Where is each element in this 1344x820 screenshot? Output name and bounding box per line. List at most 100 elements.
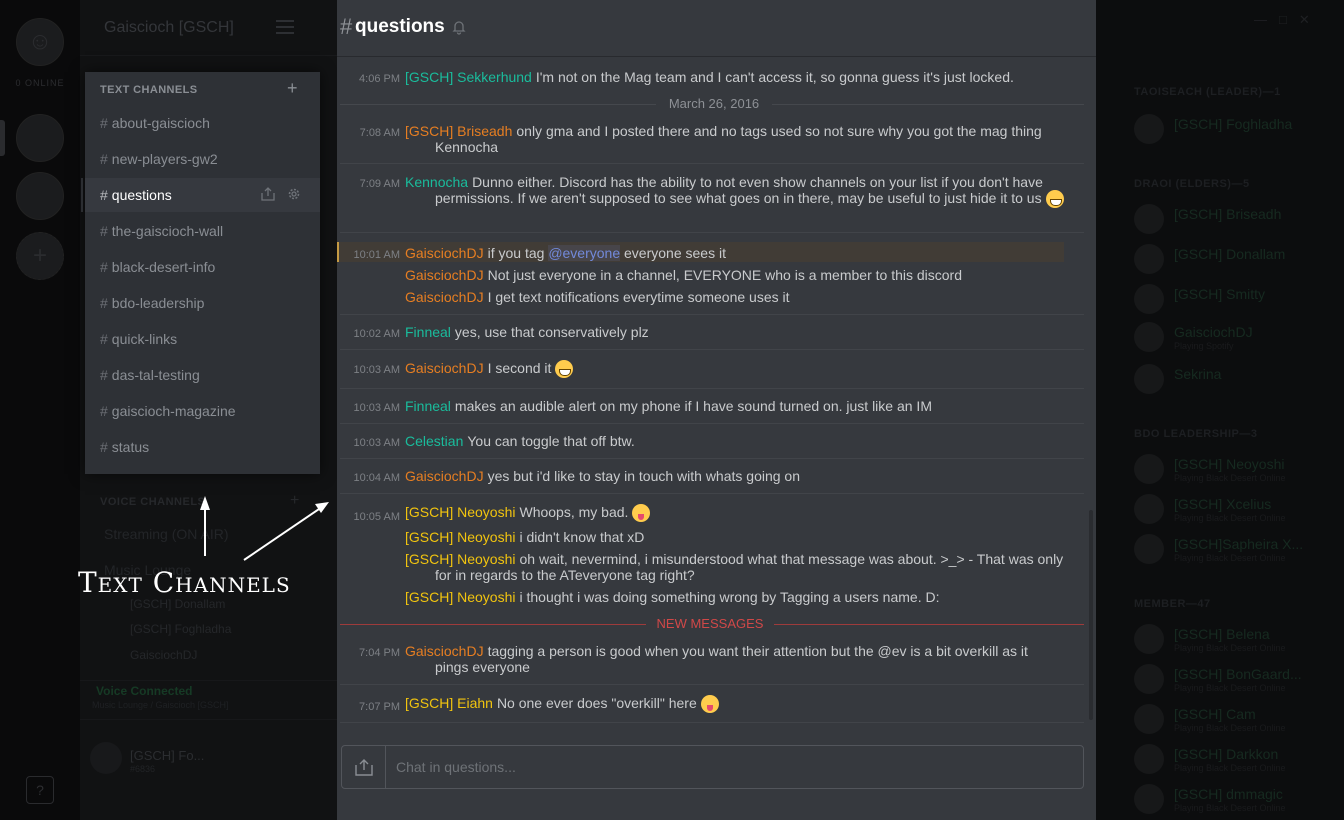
- member-item[interactable]: [GSCH] Briseadh: [1134, 204, 1334, 244]
- member-item[interactable]: [GSCH] Foghladha: [1134, 114, 1334, 154]
- member-item[interactable]: [GSCH] Darkkon Playing Black Desert Onlin…: [1134, 744, 1334, 784]
- message-author[interactable]: GaisciochDJ: [405, 360, 484, 376]
- channel-gaiscioch-magazine[interactable]: # gaiscioch-magazine: [85, 394, 320, 428]
- message-author[interactable]: [GSCH] Briseadh: [405, 123, 512, 139]
- channel-black-desert-info[interactable]: # black-desert-info: [85, 250, 320, 284]
- guild-name: Gaiscioch [GSCH]: [104, 19, 234, 36]
- new-messages-label: NEW MESSAGES: [656, 616, 764, 631]
- message-separator: [340, 423, 1084, 424]
- close-icon[interactable]: ✕: [1299, 12, 1310, 28]
- help-button[interactable]: ?: [26, 776, 54, 804]
- guild-header[interactable]: Gaiscioch [GSCH]: [80, 0, 337, 56]
- member-item[interactable]: [GSCH] Donallam: [1134, 244, 1334, 284]
- hash-icon: #: [100, 439, 108, 455]
- hamburger-menu-icon[interactable]: [276, 20, 294, 34]
- hash-icon: #: [100, 367, 108, 383]
- message-separator: [340, 493, 1084, 494]
- tongue-emoji-icon: [632, 504, 651, 523]
- member-item[interactable]: [GSCH] Neoyoshi Playing Black Desert Onli…: [1134, 454, 1334, 494]
- maximize-icon[interactable]: □: [1279, 12, 1287, 28]
- message-author[interactable]: [GSCH] Sekkerhund: [405, 69, 532, 85]
- channel-das-tal-testing[interactable]: # das-tal-testing: [85, 358, 320, 392]
- member-name: [GSCH] Foghladha: [1174, 116, 1293, 132]
- message-text: everyone sees it: [624, 245, 726, 261]
- add-text-channel-button[interactable]: +: [287, 78, 298, 99]
- channel-new-players-gw2[interactable]: # new-players-gw2: [85, 142, 320, 176]
- avatar: [1134, 454, 1164, 484]
- member-item[interactable]: Sekrina: [1134, 364, 1334, 404]
- member-item[interactable]: [GSCH] Xcelius Playing Black Desert Onlin…: [1134, 494, 1334, 534]
- message-author[interactable]: [GSCH] Neoyoshi: [405, 589, 515, 605]
- channel-name: about-gaiscioch: [111, 115, 210, 131]
- message-author[interactable]: GaisciochDJ: [405, 289, 484, 305]
- message-author[interactable]: Kennocha: [405, 174, 468, 190]
- message-author[interactable]: Finneal: [405, 324, 451, 340]
- server-selected-indicator: [0, 120, 5, 156]
- minimize-icon[interactable]: —: [1254, 12, 1267, 28]
- member-name: Sekrina: [1174, 366, 1222, 382]
- channel-status[interactable]: # status: [85, 430, 320, 464]
- gear-icon[interactable]: [286, 186, 302, 202]
- server-icon-gaiscioch[interactable]: [16, 114, 64, 162]
- message-author[interactable]: GaisciochDJ: [405, 245, 484, 261]
- hash-icon: #: [100, 331, 108, 347]
- channel-the-gaiscioch-wall[interactable]: # the-gaiscioch-wall: [85, 214, 320, 248]
- voice-user[interactable]: [GSCH] Foghladha: [130, 622, 231, 636]
- voice-user[interactable]: [GSCH] Donallam: [130, 597, 225, 611]
- channel-quick-links[interactable]: # quick-links: [85, 322, 320, 356]
- avatar: [1134, 114, 1164, 144]
- timestamp: 10:04 AM: [353, 472, 400, 484]
- message-separator: [340, 388, 1084, 389]
- message-author[interactable]: GaisciochDJ: [405, 267, 484, 283]
- message-author[interactable]: Celestian: [405, 433, 463, 449]
- member-name: [GSCH] Neoyoshi: [1174, 456, 1285, 472]
- avatar: [1134, 744, 1164, 774]
- scrollbar[interactable]: [1089, 510, 1093, 720]
- message-separator: [340, 232, 1084, 233]
- avatar[interactable]: [90, 742, 122, 774]
- message-separator: [340, 722, 1084, 723]
- channel-questions[interactable]: # questions: [81, 178, 320, 212]
- message-author[interactable]: [GSCH] Neoyoshi: [405, 551, 515, 567]
- friends-icon[interactable]: ☺: [16, 18, 64, 66]
- message-text: yes but i'd like to stay in touch with w…: [487, 468, 800, 484]
- bell-icon[interactable]: [451, 19, 467, 35]
- hash-icon: #: [100, 223, 108, 239]
- hash-icon: #: [340, 14, 353, 39]
- mention-everyone[interactable]: @everyone: [548, 245, 621, 261]
- member-item[interactable]: [GSCH] BonGaard... Playing Black Desert O…: [1134, 664, 1334, 704]
- message-author[interactable]: [GSCH] Eiahn: [405, 695, 493, 711]
- invite-icon[interactable]: [260, 186, 276, 202]
- self-discriminator: #6836: [130, 764, 156, 774]
- timestamp: 10:03 AM: [353, 402, 400, 414]
- message-author[interactable]: [GSCH] Neoyoshi: [405, 504, 515, 520]
- avatar: [1134, 322, 1164, 352]
- message-author[interactable]: [GSCH] Neoyoshi: [405, 529, 515, 545]
- voice-channel-streaming[interactable]: Streaming (ON AIR): [104, 526, 228, 542]
- member-item[interactable]: [GSCH] Smitty: [1134, 284, 1334, 324]
- message-input[interactable]: [396, 746, 1056, 788]
- voice-user[interactable]: GaisciochDJ: [130, 648, 197, 662]
- member-status: Playing Spotify: [1174, 341, 1234, 351]
- annotation-label: Text Channels: [78, 566, 291, 599]
- member-item[interactable]: [GSCH] Cam Playing Black Desert Online: [1134, 704, 1334, 744]
- message-text: only gma and I posted there and no tags …: [435, 123, 1042, 155]
- member-item[interactable]: [GSCH] Belena Playing Black Desert Online: [1134, 624, 1334, 664]
- upload-button[interactable]: [342, 746, 386, 788]
- message-author[interactable]: Finneal: [405, 398, 451, 414]
- member-item[interactable]: [GSCH]Sapheira X... Playing Black Desert …: [1134, 534, 1334, 574]
- member-item[interactable]: GaisciochDJ Playing Spotify: [1134, 322, 1334, 362]
- member-status: Playing Black Desert Online: [1174, 683, 1286, 693]
- message-text: i didn't know that xD: [519, 529, 645, 545]
- channel-bdo-leadership[interactable]: # bdo-leadership: [85, 286, 320, 320]
- message-author[interactable]: GaisciochDJ: [405, 643, 484, 659]
- add-server-icon[interactable]: +: [16, 232, 64, 280]
- server-icon-dragon[interactable]: [16, 172, 64, 220]
- window-controls: — □ ✕: [1254, 12, 1310, 28]
- member-group-header: BDO LEADERSHIP—3: [1134, 428, 1258, 440]
- add-voice-channel-button[interactable]: +: [290, 492, 299, 510]
- member-item[interactable]: [GSCH] dmmagic Playing Black Desert Onlin…: [1134, 784, 1334, 820]
- channel-about-gaiscioch[interactable]: # about-gaiscioch: [85, 106, 320, 140]
- message-author[interactable]: GaisciochDJ: [405, 468, 484, 484]
- timestamp: 10:02 AM: [353, 328, 400, 340]
